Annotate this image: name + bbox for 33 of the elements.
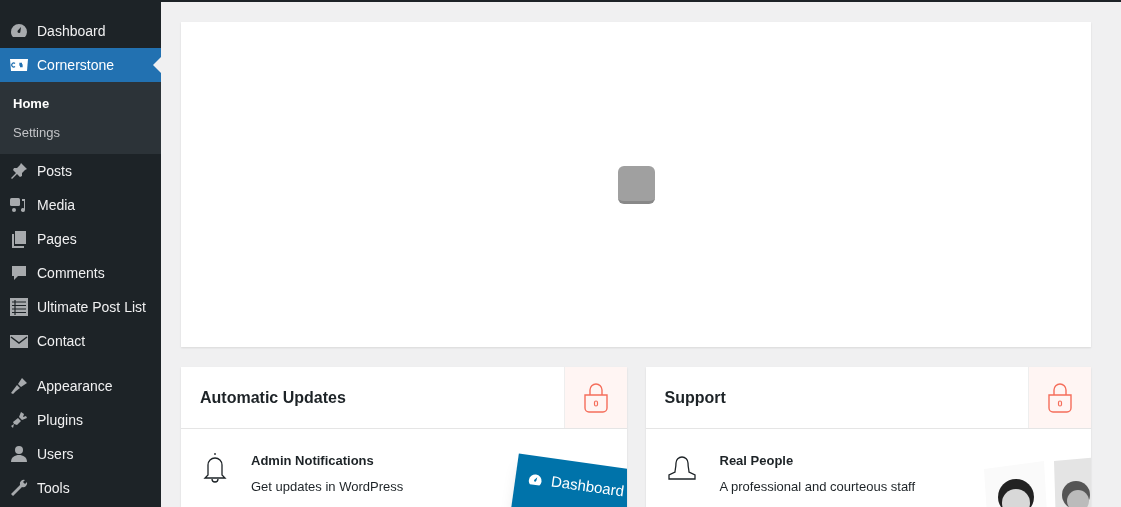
sidebar-item[interactable]: Cornerstone <box>0 48 161 82</box>
feature-title: Real People <box>719 452 795 470</box>
comment-icon <box>9 263 29 283</box>
lock-icon <box>1046 381 1074 414</box>
feature-title: Admin Notifications <box>251 452 375 470</box>
list-icon <box>9 297 29 317</box>
card-title: Support <box>663 387 727 408</box>
menu-label: Dashboard <box>549 471 626 502</box>
wrench-icon <box>9 478 29 498</box>
sidebar-item[interactable]: Dashboard <box>0 14 161 48</box>
pin-icon <box>9 161 29 181</box>
sidebar-item[interactable]: Appearance <box>0 369 161 403</box>
sidebar-item[interactable]: Posts <box>0 154 161 188</box>
card-title: Automatic Updates <box>199 387 347 408</box>
submenu-item[interactable]: Settings <box>0 118 161 147</box>
user-icon <box>9 444 29 464</box>
lock-icon <box>581 381 610 414</box>
sidebar-item[interactable]: Ultimate Post List <box>0 290 161 324</box>
bell-icon <box>201 451 229 483</box>
feature-text: A professional and courteous staff <box>719 477 916 496</box>
plug-icon <box>9 410 29 430</box>
sidebar-item[interactable]: Plugins <box>0 403 161 437</box>
pages-icon <box>9 229 29 249</box>
sidebar-item[interactable]: Users <box>0 437 161 471</box>
current-pointer <box>153 57 161 73</box>
sidebar-item[interactable]: Media <box>0 188 161 222</box>
sidebar-item[interactable]: Pages <box>0 222 161 256</box>
sidebar-item[interactable]: Tools <box>0 471 161 505</box>
brush-icon <box>9 376 29 396</box>
submenu-item[interactable]: Home <box>0 89 161 118</box>
sidebar-item[interactable]: Contact <box>0 324 161 358</box>
feature-text: Get updates in WordPress <box>251 477 404 496</box>
sidebar-item[interactable]: Comments <box>0 256 161 290</box>
